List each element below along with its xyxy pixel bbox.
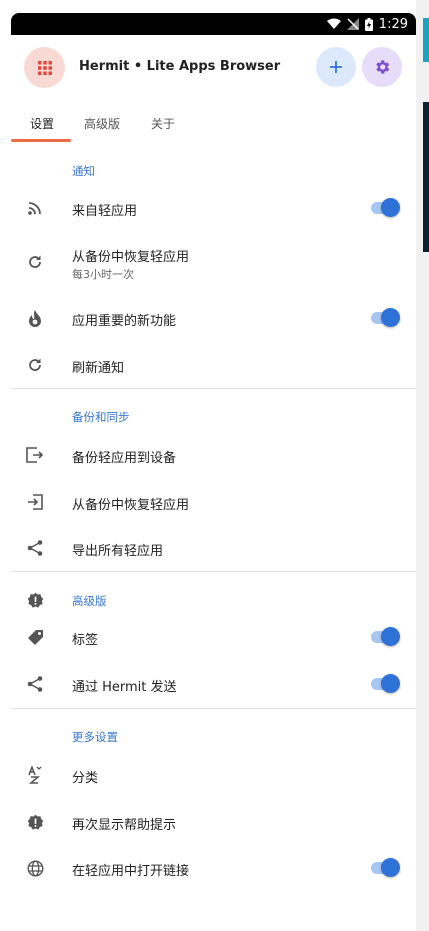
share-icon — [25, 674, 45, 694]
setting-refresh-notifications[interactable]: 刷新通知 — [11, 345, 416, 385]
add-button[interactable] — [316, 47, 356, 87]
section-divider — [11, 388, 416, 389]
tab-bar: 设置 高级版 关于 — [11, 101, 416, 143]
badge-alert-icon — [25, 590, 45, 610]
sort-az-icon — [25, 765, 45, 785]
toggle-switch[interactable] — [371, 308, 401, 328]
setting-export-apps[interactable]: 导出所有轻应用 — [11, 528, 416, 568]
toggle-switch[interactable] — [371, 627, 401, 647]
clock: 1:29 — [378, 16, 408, 32]
setting-label: 备份轻应用到设备 — [72, 451, 177, 466]
setting-sync-frequency[interactable]: 从备份中恢复轻应用 每3小时一次 — [11, 238, 416, 284]
setting-label: 再次显示帮助提示 — [72, 818, 177, 833]
setting-label: 从备份中恢复轻应用 — [72, 498, 190, 513]
toggle-switch[interactable] — [371, 858, 401, 878]
app-grid-icon[interactable] — [24, 47, 65, 88]
setting-open-links-in-lite-apps[interactable]: 在轻应用中打开链接 — [11, 848, 416, 888]
flame-icon — [25, 308, 45, 328]
import-icon — [25, 492, 45, 512]
section-header-backup: 备份和同步 — [72, 410, 130, 424]
setting-sort[interactable]: 分类 — [11, 755, 416, 795]
wifi-icon — [326, 18, 341, 29]
tab-settings[interactable]: 设置 — [30, 115, 54, 132]
section-header-row-premium: 高级版 — [11, 590, 416, 612]
setting-label: 来自轻应用 — [72, 204, 138, 219]
section-divider — [11, 708, 416, 709]
setting-label: 从备份中恢复轻应用 — [72, 250, 190, 265]
setting-backup-apps[interactable]: 备份轻应用到设备 — [11, 435, 416, 475]
setting-label: 通过 Hermit 发送 — [72, 680, 177, 695]
export-icon — [25, 445, 45, 465]
plus-icon — [330, 61, 342, 73]
setting-label: 标签 — [72, 633, 99, 648]
header: Hermit • Lite Apps Browser — [11, 35, 416, 101]
setting-label: 导出所有轻应用 — [72, 544, 164, 559]
setting-send-via-hermit[interactable]: 通过 Hermit 发送 — [11, 664, 416, 704]
globe-icon — [25, 858, 45, 878]
refresh-icon — [25, 355, 45, 375]
badge-alert-icon — [25, 812, 45, 832]
setting-label: 刷新通知 — [72, 361, 125, 376]
setting-tags[interactable]: 标签 — [11, 617, 416, 657]
gear-icon — [376, 60, 390, 74]
battery-icon — [364, 17, 373, 31]
setting-label: 在轻应用中打开链接 — [72, 864, 190, 879]
settings-button[interactable] — [362, 47, 402, 87]
status-bar: 1:29 — [11, 13, 416, 35]
tab-indicator — [11, 139, 71, 142]
rss-icon — [25, 198, 45, 218]
section-header-premium: 高级版 — [72, 594, 107, 608]
toggle-switch[interactable] — [371, 198, 401, 218]
tab-premium[interactable]: 高级版 — [84, 115, 120, 132]
share-icon — [25, 538, 45, 558]
setting-label: 应用重要的新功能 — [72, 314, 177, 329]
setting-show-help-tips[interactable]: 再次显示帮助提示 — [11, 802, 416, 842]
background-strip — [423, 18, 429, 62]
toggle-switch[interactable] — [371, 674, 401, 694]
no-signal-icon — [346, 18, 359, 30]
setting-from-lite-apps[interactable]: 来自轻应用 — [11, 188, 416, 228]
setting-restore-apps[interactable]: 从备份中恢复轻应用 — [11, 482, 416, 522]
refresh-icon — [25, 252, 45, 272]
tab-about[interactable]: 关于 — [151, 115, 175, 132]
section-header-more-settings: 更多设置 — [72, 730, 118, 744]
setting-important-features[interactable]: 应用重要的新功能 — [11, 298, 416, 338]
app-title: Hermit • Lite Apps Browser — [79, 59, 281, 74]
tag-icon — [25, 627, 45, 647]
setting-sublabel: 每3小时一次 — [72, 268, 134, 281]
section-header-notifications: 通知 — [72, 164, 95, 178]
background-image-strip — [423, 102, 429, 252]
section-divider — [11, 571, 416, 572]
setting-label: 分类 — [72, 771, 99, 786]
